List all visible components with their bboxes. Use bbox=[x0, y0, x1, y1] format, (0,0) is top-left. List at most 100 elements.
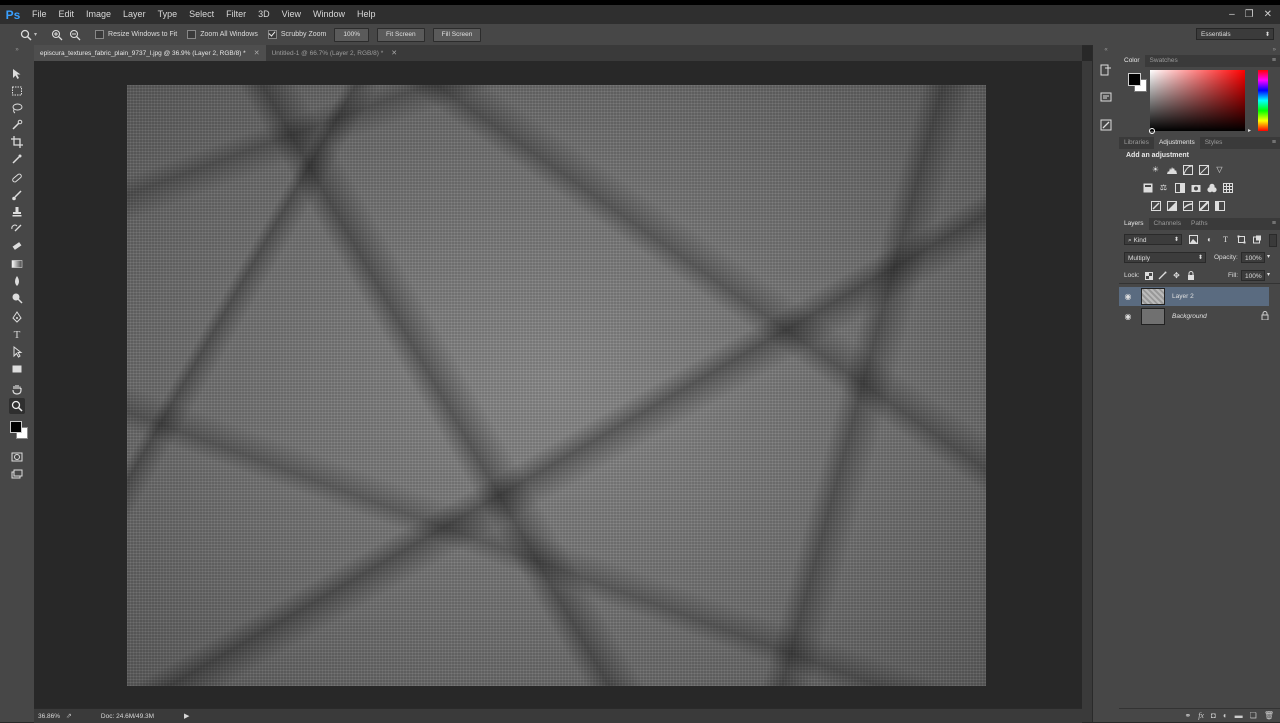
link-layers-icon[interactable]: ⚭ bbox=[1185, 711, 1192, 720]
opacity-input[interactable]: 100% bbox=[1241, 252, 1265, 263]
menu-help[interactable]: Help bbox=[351, 5, 382, 24]
tab-layers[interactable]: Layers bbox=[1119, 218, 1149, 230]
marquee-tool-icon[interactable] bbox=[9, 83, 25, 99]
close-icon[interactable]: ✕ bbox=[254, 49, 260, 57]
menu-image[interactable]: Image bbox=[80, 5, 117, 24]
layer-filter-kind-select[interactable]: ⌕ Kind ⬍ bbox=[1124, 234, 1182, 245]
history-panel-icon[interactable] bbox=[1099, 63, 1113, 77]
menu-layer[interactable]: Layer bbox=[117, 5, 152, 24]
channel-mixer-icon[interactable] bbox=[1206, 182, 1217, 193]
tab-channels[interactable]: Channels bbox=[1149, 218, 1186, 230]
menu-edit[interactable]: Edit bbox=[53, 5, 81, 24]
menu-view[interactable]: View bbox=[276, 5, 307, 24]
vibrance-icon[interactable]: ▽ bbox=[1214, 164, 1225, 175]
close-button[interactable]: ✕ bbox=[1264, 9, 1272, 20]
pen-tool-icon[interactable] bbox=[9, 309, 25, 325]
lasso-tool-icon[interactable] bbox=[9, 100, 25, 116]
hue-slider[interactable] bbox=[1258, 70, 1268, 131]
scrubby-zoom-option[interactable]: Scrubby Zoom bbox=[267, 30, 326, 39]
layer-mask-icon[interactable]: ◘ bbox=[1211, 711, 1216, 720]
workspace-select[interactable]: Essentials ⬍ bbox=[1196, 28, 1274, 40]
menu-window[interactable]: Window bbox=[307, 5, 351, 24]
resize-windows-option[interactable]: Resize Windows to Fit bbox=[95, 30, 177, 39]
fit-screen-button[interactable]: Fit Screen bbox=[377, 27, 425, 42]
zoom-all-option[interactable]: Zoom All Windows bbox=[187, 30, 258, 39]
levels-icon[interactable] bbox=[1166, 164, 1177, 175]
color-swatches[interactable] bbox=[8, 419, 30, 441]
move-tool-icon[interactable] bbox=[9, 66, 25, 82]
tab-color[interactable]: Color bbox=[1119, 55, 1145, 67]
scrubby-zoom-checkbox[interactable] bbox=[267, 30, 277, 39]
zoom-tool-icon[interactable] bbox=[9, 398, 25, 414]
lock-all-icon[interactable] bbox=[1185, 270, 1196, 281]
lock-position-icon[interactable]: ✥ bbox=[1171, 270, 1182, 281]
clone-stamp-tool-icon[interactable] bbox=[9, 204, 25, 220]
dodge-tool-icon[interactable] bbox=[9, 290, 25, 306]
posterize-icon[interactable] bbox=[1166, 200, 1177, 211]
eyedropper-tool-icon[interactable] bbox=[9, 151, 25, 167]
quick-mask-icon[interactable] bbox=[9, 449, 25, 465]
foreground-color-swatch[interactable] bbox=[10, 421, 22, 433]
rectangle-tool-icon[interactable] bbox=[9, 361, 25, 377]
resize-windows-checkbox[interactable] bbox=[95, 30, 105, 39]
blur-tool-icon[interactable] bbox=[9, 273, 25, 289]
eye-icon[interactable]: ◉ bbox=[1119, 312, 1137, 321]
vertical-scrollbar[interactable] bbox=[1082, 61, 1092, 722]
history-brush-tool-icon[interactable] bbox=[9, 221, 25, 237]
panel-menu-icon[interactable]: ≡ bbox=[1272, 218, 1276, 230]
fill-input[interactable]: 100% bbox=[1241, 270, 1265, 281]
filter-shape-icon[interactable] bbox=[1236, 234, 1247, 245]
filter-adjustment-icon[interactable]: ◐ bbox=[1204, 234, 1215, 245]
selective-color-icon[interactable] bbox=[1214, 200, 1225, 211]
zoom-level[interactable]: 36.86% bbox=[38, 713, 60, 720]
status-menu-arrow-icon[interactable]: ▶ bbox=[184, 712, 189, 720]
brush-tool-icon[interactable] bbox=[9, 187, 25, 203]
minimize-button[interactable]: – bbox=[1229, 9, 1235, 20]
color-balance-icon[interactable]: ⚖ bbox=[1158, 182, 1169, 193]
brush-presets-panel-icon[interactable] bbox=[1099, 118, 1113, 132]
tab-adjustments[interactable]: Adjustments bbox=[1153, 137, 1200, 149]
screen-mode-icon[interactable] bbox=[9, 467, 25, 483]
type-tool-icon[interactable]: T bbox=[9, 327, 25, 343]
restore-button[interactable]: ❐ bbox=[1245, 9, 1254, 20]
lock-image-icon[interactable] bbox=[1157, 270, 1168, 281]
fill-dropdown-icon[interactable]: ▾ bbox=[1267, 271, 1270, 278]
tab-swatches[interactable]: Swatches bbox=[1145, 55, 1183, 67]
filter-type-icon[interactable]: T bbox=[1220, 234, 1231, 245]
zoom-100-button[interactable]: 100% bbox=[334, 27, 369, 42]
opacity-dropdown-icon[interactable]: ▾ bbox=[1267, 253, 1270, 260]
layer-name[interactable]: Background bbox=[1172, 313, 1207, 320]
menu-select[interactable]: Select bbox=[183, 5, 220, 24]
crop-tool-icon[interactable] bbox=[9, 134, 25, 150]
exposure-icon[interactable] bbox=[1198, 164, 1209, 175]
brightness-contrast-icon[interactable]: ☀ bbox=[1150, 164, 1161, 175]
gradient-tool-icon[interactable] bbox=[9, 256, 25, 272]
panel-menu-icon[interactable]: ≡ bbox=[1272, 55, 1276, 67]
foreground-color-swatch[interactable] bbox=[1128, 73, 1141, 86]
zoom-in-icon[interactable] bbox=[49, 27, 65, 43]
photo-filter-icon[interactable] bbox=[1190, 182, 1201, 193]
filter-toggle-switch[interactable] bbox=[1269, 234, 1277, 247]
new-group-icon[interactable]: ▬ bbox=[1235, 711, 1243, 720]
black-white-icon[interactable] bbox=[1174, 182, 1185, 193]
lock-transparent-icon[interactable] bbox=[1143, 270, 1154, 281]
quick-selection-tool-icon[interactable] bbox=[9, 117, 25, 133]
threshold-icon[interactable] bbox=[1182, 200, 1193, 211]
eraser-tool-icon[interactable] bbox=[9, 238, 25, 254]
layer-row[interactable]: ◉ Layer 2 bbox=[1119, 287, 1269, 306]
zoom-tool-icon[interactable] bbox=[18, 27, 34, 43]
color-spectrum-field[interactable] bbox=[1150, 70, 1245, 131]
gradient-map-icon[interactable] bbox=[1198, 200, 1209, 211]
properties-panel-icon[interactable] bbox=[1099, 90, 1113, 104]
fill-screen-button[interactable]: Fill Screen bbox=[432, 27, 482, 42]
path-selection-tool-icon[interactable] bbox=[9, 344, 25, 360]
close-icon[interactable]: ✕ bbox=[391, 49, 397, 57]
menu-filter[interactable]: Filter bbox=[220, 5, 252, 24]
collapse-toolbox-icon[interactable]: » bbox=[0, 47, 34, 53]
tab-styles[interactable]: Styles bbox=[1200, 137, 1228, 149]
blend-mode-select[interactable]: Multiply ⬍ bbox=[1124, 252, 1206, 263]
healing-brush-tool-icon[interactable] bbox=[9, 170, 25, 186]
tool-preset-arrow-icon[interactable]: ▾ bbox=[34, 31, 37, 38]
layer-name[interactable]: Layer 2 bbox=[1172, 293, 1194, 300]
collapse-panels-icon[interactable]: « bbox=[1093, 47, 1119, 53]
